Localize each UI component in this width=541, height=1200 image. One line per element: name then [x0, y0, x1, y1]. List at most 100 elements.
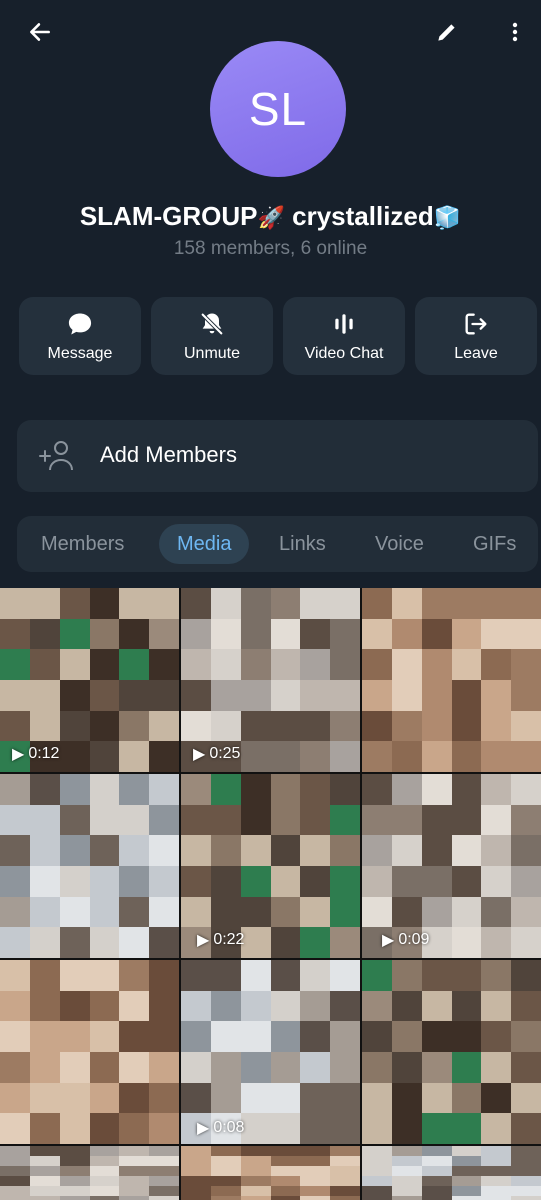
add-user-icon	[39, 441, 73, 471]
pixel-block	[149, 1021, 179, 1052]
pixel-block	[149, 774, 179, 805]
tab-voice[interactable]: Voice	[375, 516, 424, 572]
pixel-block	[59, 774, 90, 805]
more-options-button[interactable]	[493, 10, 537, 54]
media-item[interactable]	[362, 1146, 541, 1200]
pixel-block	[59, 588, 90, 619]
pixel-block	[270, 927, 301, 958]
media-item[interactable]	[362, 960, 541, 1144]
pixel-block	[300, 835, 331, 866]
pixel-block	[330, 865, 360, 897]
edit-button[interactable]	[425, 10, 469, 54]
pixel-block	[240, 1166, 271, 1176]
media-item[interactable]	[362, 588, 541, 772]
pixel-block	[421, 960, 452, 991]
pixel-block	[59, 710, 90, 742]
pixel-block	[181, 896, 211, 928]
pixel-block	[451, 865, 482, 897]
pixel-block	[210, 649, 241, 680]
tab-links[interactable]: Links	[279, 516, 326, 572]
pixel-block	[149, 649, 179, 680]
pixel-block	[362, 835, 392, 866]
pixel-block	[240, 741, 271, 772]
pixel-block	[421, 1082, 452, 1114]
back-button[interactable]	[18, 10, 62, 54]
pixel-block	[149, 835, 179, 866]
pixel-block	[481, 1082, 512, 1114]
unmute-button[interactable]: Unmute	[151, 297, 273, 375]
pixel-block	[59, 927, 90, 958]
pixel-block	[59, 1196, 90, 1200]
pixel-block	[391, 1176, 422, 1186]
pixel-block	[240, 588, 271, 619]
media-item[interactable]	[0, 774, 179, 958]
media-item[interactable]	[181, 1146, 360, 1200]
pixel-block	[330, 588, 360, 619]
pixel-block	[330, 927, 360, 958]
pixel-block	[89, 804, 120, 836]
video-duration: ▶ 0:25	[193, 745, 241, 763]
pixel-block	[511, 865, 541, 897]
media-item[interactable]	[0, 960, 179, 1144]
media-item[interactable]: ▶ 0:08	[181, 960, 360, 1144]
pixel-block	[330, 1156, 360, 1166]
pixel-block	[89, 1196, 120, 1200]
pixel-block	[149, 1156, 179, 1166]
pixel-block	[451, 1021, 482, 1052]
pixel-block	[240, 960, 271, 991]
pixel-block	[210, 960, 241, 991]
pixel-block	[300, 1082, 331, 1114]
pixel-block	[0, 679, 30, 711]
pixel-block	[421, 1186, 452, 1196]
media-item[interactable]: ▶ 0:12	[0, 588, 179, 772]
pixel-block	[270, 1196, 301, 1200]
pixel-block	[240, 804, 271, 836]
tab-gifs[interactable]: GIFs	[473, 516, 516, 572]
pixel-block	[391, 960, 422, 991]
video-chat-button[interactable]: Video Chat	[283, 297, 405, 375]
pixel-block	[451, 804, 482, 836]
tab-members[interactable]: Members	[41, 516, 124, 572]
pixel-block	[481, 1176, 512, 1186]
chat-bubble-icon	[68, 313, 92, 335]
group-avatar[interactable]: SL	[210, 41, 346, 177]
pixel-block	[89, 649, 120, 680]
pixel-block	[362, 896, 392, 928]
pixel-block	[0, 710, 30, 742]
pixel-block	[29, 588, 60, 619]
pixel-block	[300, 1166, 331, 1176]
pixel-block	[210, 618, 241, 650]
pixel-block	[511, 741, 541, 772]
pixel-block	[119, 1146, 150, 1156]
media-item[interactable]	[0, 1146, 179, 1200]
pixel-block	[481, 960, 512, 991]
pixel-block	[391, 804, 422, 836]
pixel-block	[240, 927, 271, 958]
pixel-block	[300, 774, 331, 805]
tab-media[interactable]: Media	[159, 524, 250, 564]
pixel-block	[362, 649, 392, 680]
add-members-button[interactable]: Add Members	[17, 420, 538, 492]
pixel-block	[270, 710, 301, 742]
pixel-block	[300, 804, 331, 836]
add-members-label: Add Members	[100, 442, 237, 467]
pixel-block	[362, 960, 392, 991]
pixel-block	[330, 1021, 360, 1052]
media-item[interactable]: ▶ 0:09	[362, 774, 541, 958]
media-item[interactable]: ▶ 0:22	[181, 774, 360, 958]
pixel-block	[0, 835, 30, 866]
pixel-block	[89, 1113, 120, 1144]
pixel-block	[119, 618, 150, 650]
pixel-block	[270, 618, 301, 650]
leave-button[interactable]: Leave	[415, 297, 537, 375]
more-vertical-icon	[512, 22, 518, 42]
pixel-block	[330, 804, 360, 836]
media-item[interactable]: ▶ 0:25	[181, 588, 360, 772]
pixel-block	[421, 679, 452, 711]
pixel-block	[362, 1082, 392, 1114]
pixel-block	[451, 927, 482, 958]
message-button[interactable]: Message	[19, 297, 141, 375]
pixel-block	[181, 710, 211, 742]
pixel-block	[421, 1196, 452, 1200]
play-icon: ▶	[193, 746, 206, 763]
